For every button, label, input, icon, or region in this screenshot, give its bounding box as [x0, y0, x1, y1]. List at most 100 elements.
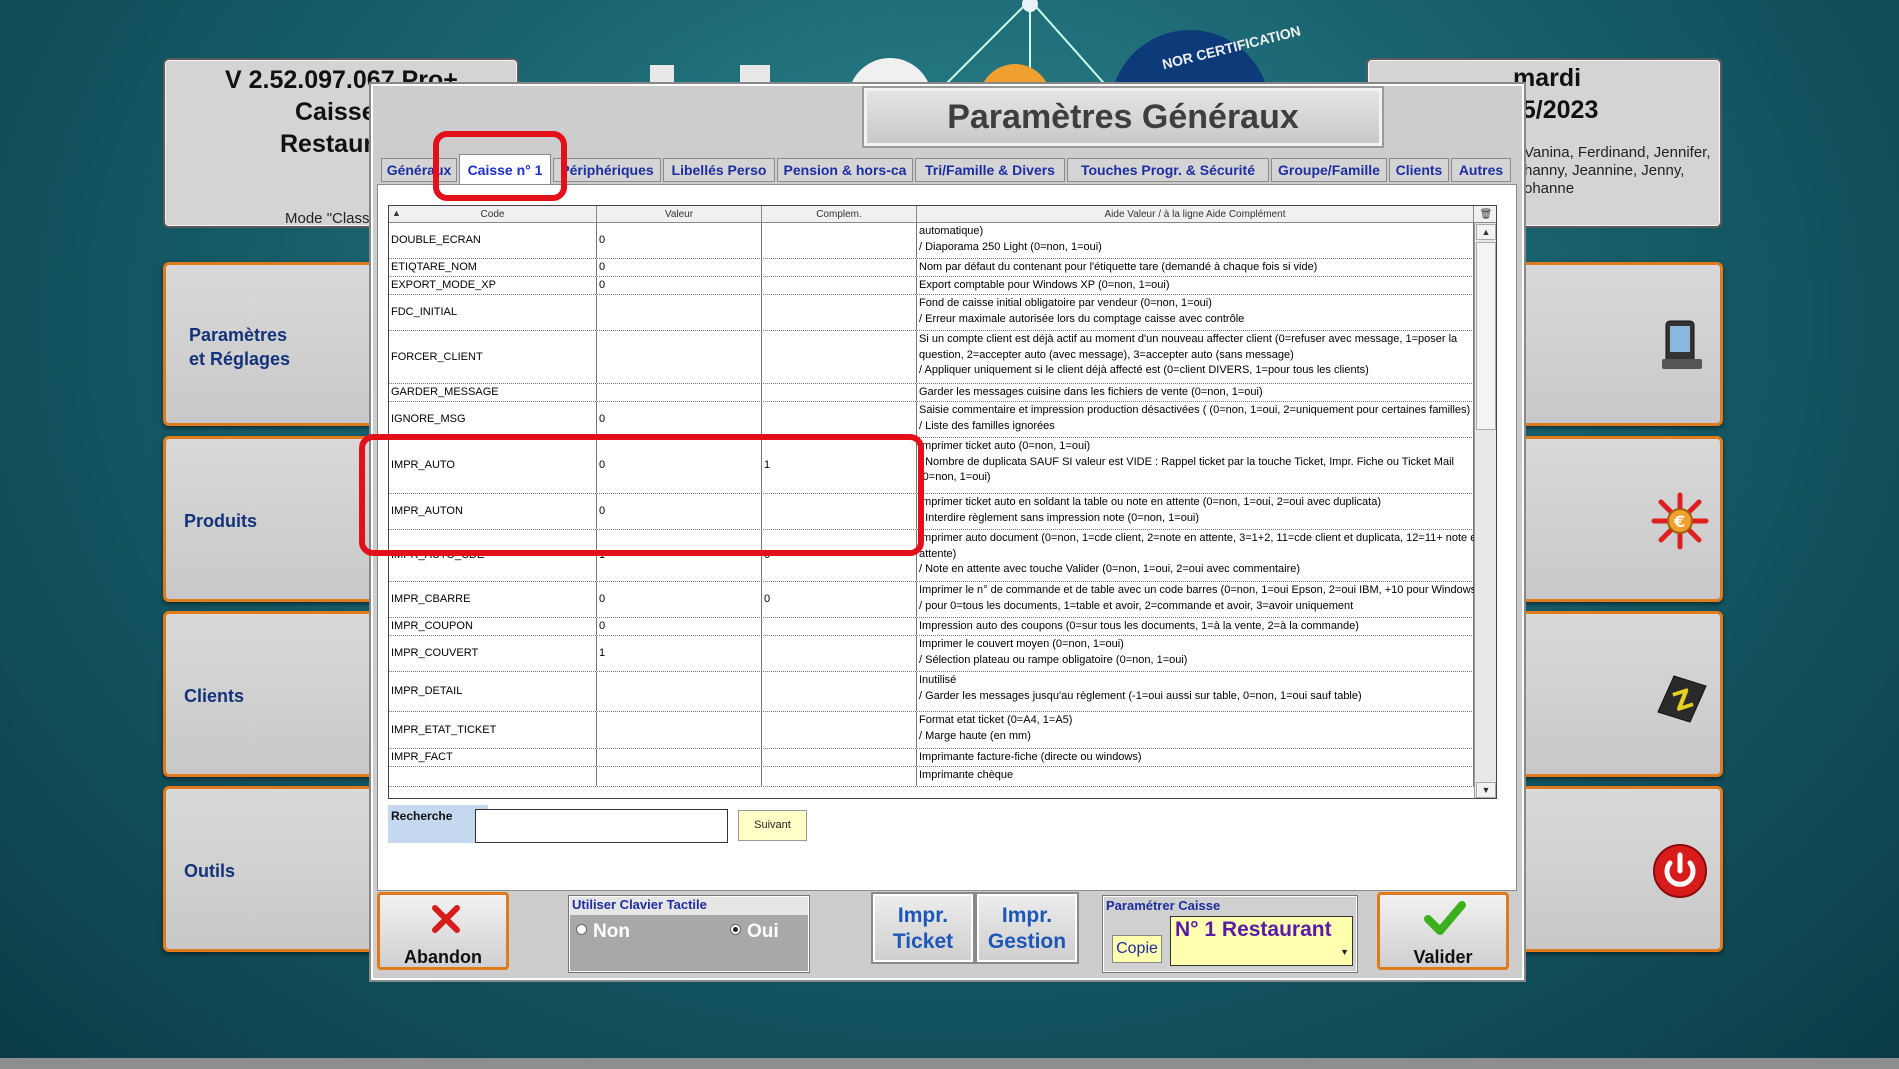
param-complement[interactable]	[762, 618, 917, 635]
caisse-select[interactable]: N° 1 Restaurant ▼	[1170, 916, 1353, 966]
tab-tri-famille[interactable]: Tri/Famille & Divers	[915, 158, 1065, 182]
param-complement[interactable]	[762, 636, 917, 671]
tab-caisse-1[interactable]: Caisse n° 1	[459, 154, 551, 184]
param-code[interactable]: IMPR_DETAIL	[389, 672, 597, 711]
tab-peripheriques[interactable]: Périphériques	[553, 158, 661, 182]
param-code[interactable]: IMPR_AUTO	[389, 438, 597, 493]
tab-autres[interactable]: Autres	[1451, 158, 1511, 182]
param-value[interactable]: 0	[597, 402, 762, 437]
param-complement[interactable]	[762, 749, 917, 766]
table-row[interactable]: IMPR_CBARRE 0 0 Imprimer le n° de commande …	[389, 582, 1474, 618]
param-complement[interactable]	[762, 712, 917, 748]
keyboard-oui-radio[interactable]: Oui	[730, 921, 779, 943]
param-complement[interactable]	[762, 384, 917, 401]
param-complement[interactable]: 0	[762, 530, 917, 581]
param-value[interactable]: 0	[597, 618, 762, 635]
tab-groupe-famille[interactable]: Groupe/Famille	[1271, 158, 1387, 182]
param-complement[interactable]	[762, 259, 917, 276]
param-code[interactable]: IMPR_AUTO_CDE	[389, 530, 597, 581]
tab-touches-progr[interactable]: Touches Progr. & Sécurité	[1067, 158, 1269, 182]
search-next-button[interactable]: Suivant	[738, 810, 807, 841]
tab-generaux[interactable]: Généraux	[381, 158, 457, 182]
param-code[interactable]: FDC_INITIAL	[389, 295, 597, 330]
param-code[interactable]: GARDER_MESSAGE	[389, 384, 597, 401]
param-code[interactable]: IMPR_AUTON	[389, 494, 597, 529]
table-row[interactable]: FORCER_CLIENT Si un compte client est déj…	[389, 331, 1474, 384]
table-row[interactable]: IMPR_ETAT_TICKET Format etat ticket (0=A4…	[389, 712, 1474, 749]
table-row[interactable]: EXPORT_MODE_XP 0 Export comptable pour Win…	[389, 277, 1474, 295]
vertical-scrollbar[interactable]: ▲ ▼	[1474, 223, 1496, 798]
param-code[interactable]: IMPR_CBARRE	[389, 582, 597, 617]
param-complement[interactable]	[762, 672, 917, 711]
scroll-up-icon[interactable]: ▲	[1476, 224, 1496, 240]
table-row[interactable]: IMPR_FACT Imprimante facture-fiche (direc…	[389, 749, 1474, 767]
abandon-button[interactable]: Abandon	[377, 892, 509, 970]
param-code[interactable]: DOUBLE_ECRAN	[389, 223, 597, 258]
param-complement[interactable]	[762, 402, 917, 437]
param-code[interactable]: ETIQTARE_NOM	[389, 259, 597, 276]
param-complement[interactable]: 0	[762, 582, 917, 617]
param-value[interactable]	[597, 712, 762, 748]
param-value[interactable]	[597, 331, 762, 383]
param-value[interactable]	[597, 672, 762, 711]
param-value[interactable]	[597, 749, 762, 766]
param-value[interactable]: 0	[597, 277, 762, 294]
param-complement[interactable]	[762, 494, 917, 529]
search-input[interactable]	[475, 809, 728, 843]
copy-button[interactable]: Copie	[1112, 935, 1162, 963]
print-ticket-button[interactable]: Impr. Ticket	[873, 894, 973, 962]
scroll-down-icon[interactable]: ▼	[1476, 782, 1496, 798]
param-complement[interactable]	[762, 331, 917, 383]
param-value[interactable]: 1	[597, 636, 762, 671]
param-code[interactable]: FORCER_CLIENT	[389, 331, 597, 383]
param-value[interactable]: 0	[597, 223, 762, 258]
param-complement[interactable]	[762, 295, 917, 330]
param-complement[interactable]: 1	[762, 438, 917, 493]
table-row[interactable]: ETIQTARE_NOM 0 Nom par défaut du contenant…	[389, 259, 1474, 277]
param-complement[interactable]	[762, 767, 917, 786]
param-value[interactable]	[597, 295, 762, 330]
param-code[interactable]: IGNORE_MSG	[389, 402, 597, 437]
param-code[interactable]: IMPR_FACT	[389, 749, 597, 766]
param-complement[interactable]	[762, 277, 917, 294]
param-code[interactable]: EXPORT_MODE_XP	[389, 277, 597, 294]
table-row[interactable]: DOUBLE_ECRAN 0 automatique) / Diaporama 25…	[389, 223, 1474, 259]
param-value[interactable]: 0	[597, 438, 762, 493]
tab-clients[interactable]: Clients	[1389, 158, 1449, 182]
param-value[interactable]: 1	[597, 530, 762, 581]
valider-button[interactable]: Valider	[1377, 892, 1509, 970]
scroll-thumb[interactable]	[1476, 242, 1496, 430]
param-code[interactable]: IMPR_COUPON	[389, 618, 597, 635]
table-row[interactable]: IMPR_COUVERT 1 Imprimer le couvert moyen (…	[389, 636, 1474, 672]
table-row[interactable]: IMPR_AUTO_CDE 1 0 Imprimer auto document (0…	[389, 530, 1474, 582]
table-row[interactable]: FDC_INITIAL Fond de caisse initial obliga…	[389, 295, 1474, 331]
param-code[interactable]: IMPR_ETAT_TICKET	[389, 712, 597, 748]
keyboard-non-radio[interactable]: Non	[576, 921, 630, 943]
col-header-valeur[interactable]: Valeur	[597, 206, 762, 223]
tab-libelles-perso[interactable]: Libellés Perso	[663, 158, 775, 182]
param-value[interactable]: 0	[597, 494, 762, 529]
param-code[interactable]: IMPR_COUVERT	[389, 636, 597, 671]
col-header-aide[interactable]: Aide Valeur / à la ligne Aide Complément	[917, 206, 1474, 223]
help-line: Format etat ticket (0=A4, 1=A5)	[919, 714, 1073, 726]
table-row[interactable]: IMPR_DETAIL Inutilisé / Garder les messag…	[389, 672, 1474, 712]
table-row[interactable]: GARDER_MESSAGE Garder les messages cuisin…	[389, 384, 1474, 402]
param-value[interactable]	[597, 767, 762, 786]
tab-pension[interactable]: Pension & hors-ca	[777, 158, 913, 182]
param-value[interactable]: 0	[597, 582, 762, 617]
print-gestion-button[interactable]: Impr. Gestion	[977, 894, 1077, 962]
table-row[interactable]: IMPR_AUTON 0 Imprimer ticket auto en solda…	[389, 494, 1474, 530]
delete-icon[interactable]: 🗑	[1474, 206, 1496, 223]
help-line: Imprimante chèque	[919, 769, 1014, 781]
param-code[interactable]	[389, 767, 597, 786]
table-row[interactable]: IGNORE_MSG 0 Saisie commentaire et impress…	[389, 402, 1474, 438]
col-header-complem[interactable]: Complem.	[762, 206, 917, 223]
param-help: Garder les messages cuisine dans les fic…	[917, 384, 1474, 401]
param-value[interactable]: 0	[597, 259, 762, 276]
param-complement[interactable]	[762, 223, 917, 258]
col-header-code[interactable]: ▲ Code	[389, 206, 597, 223]
table-row[interactable]: IMPR_AUTO 0 1 Imprimer ticket auto (0=non, …	[389, 438, 1474, 494]
param-value[interactable]	[597, 384, 762, 401]
table-row[interactable]: IMPR_COUPON 0 Impression auto des coupons …	[389, 618, 1474, 636]
table-row[interactable]: Imprimante chèque	[389, 767, 1474, 787]
